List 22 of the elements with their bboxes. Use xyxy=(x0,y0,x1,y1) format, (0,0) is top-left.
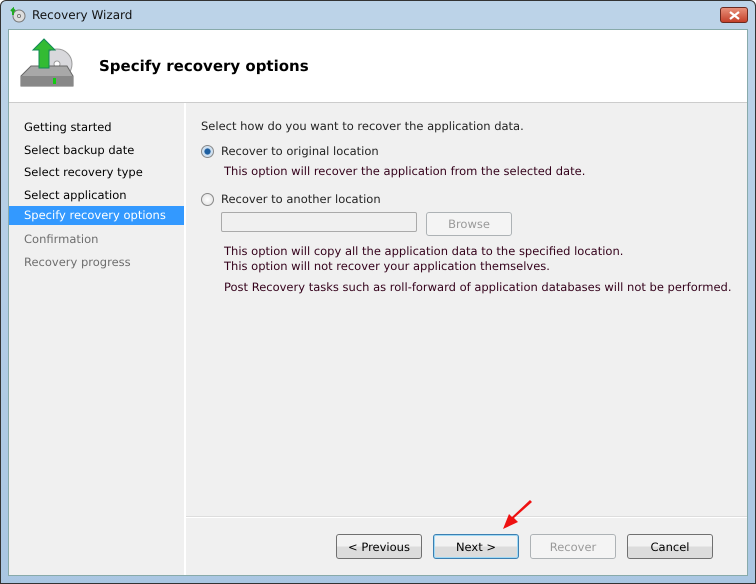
wizard-button[interactable]: < Previous xyxy=(336,534,422,559)
close-button[interactable] xyxy=(720,7,748,23)
wizard-button[interactable]: Next > xyxy=(433,534,519,559)
prompt-text: Select how do you want to recover the application data. xyxy=(201,119,525,133)
step-item[interactable]: Select backup date xyxy=(9,138,184,161)
window-title: Recovery Wizard xyxy=(32,8,132,22)
disc-icon xyxy=(10,7,26,23)
close-icon xyxy=(728,10,740,20)
radio-button[interactable] xyxy=(201,192,214,206)
option-label: Recover to original location xyxy=(221,144,379,158)
option-description: Post Recovery tasks such as roll-forward of application databases will not be performed. xyxy=(224,280,732,295)
arrow-icon xyxy=(502,500,534,530)
step-item[interactable]: Select application xyxy=(9,184,184,206)
step-item[interactable]: Select recovery type xyxy=(9,161,184,184)
radio-button[interactable] xyxy=(201,144,214,158)
option-description: This option will copy all the application data to the specified location. xyxy=(224,244,624,259)
page-heading: Specify recovery options xyxy=(99,57,309,75)
option-description: This option will recover the application from the selected date. xyxy=(224,164,586,179)
option-description: This option will not recover your application themselves. xyxy=(224,259,551,274)
option-label: Recover to another location xyxy=(221,192,381,206)
wizard-button[interactable]: Cancel xyxy=(627,534,713,559)
step-item[interactable]: Getting started xyxy=(9,116,184,138)
